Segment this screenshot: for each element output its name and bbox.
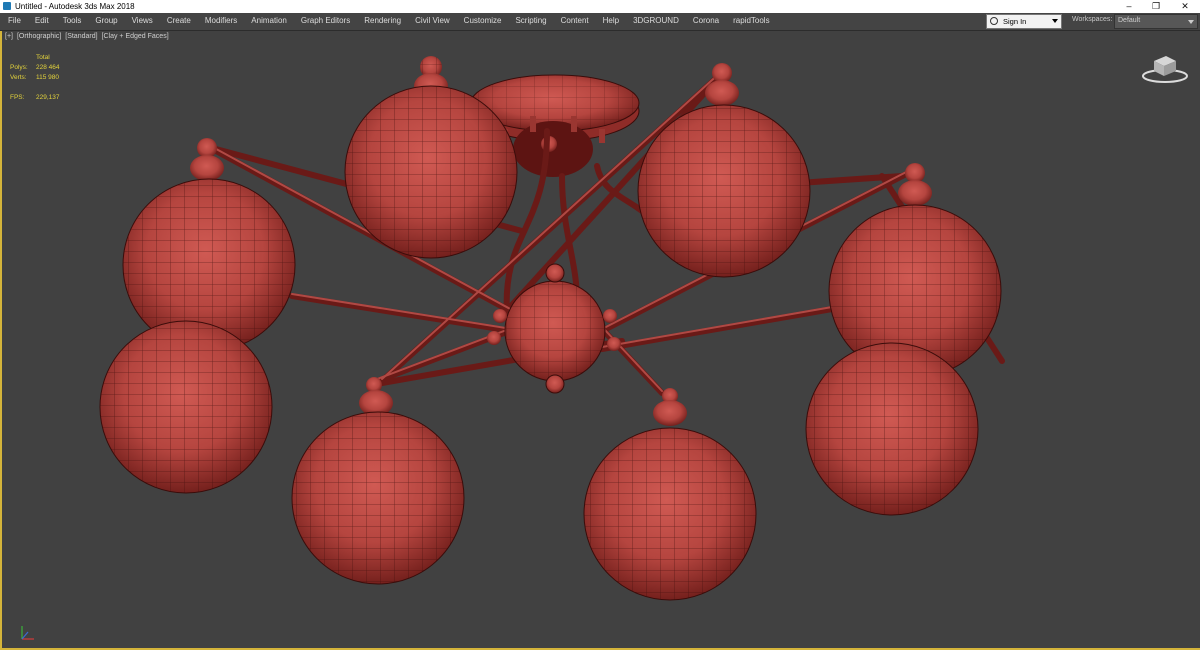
workspaces-value: Default: [1118, 17, 1141, 24]
menu-file[interactable]: File: [0, 13, 28, 30]
menu-corona[interactable]: Corona: [686, 13, 726, 30]
menu-customize[interactable]: Customize: [457, 13, 509, 30]
chandelier-model[interactable]: [2, 31, 1198, 648]
menu-scripting[interactable]: Scripting: [508, 13, 553, 30]
globe-front-right: [583, 388, 757, 601]
workspaces-label: Workspaces:: [1072, 16, 1113, 23]
dropdown-arrow-icon: [1052, 19, 1058, 23]
sign-in-dropdown[interactable]: Sign In: [986, 14, 1062, 29]
viewcube-icon[interactable]: [1140, 51, 1190, 85]
title-bar: Untitled - Autodesk 3ds Max 2018 – ❐ ✕: [0, 0, 1200, 13]
menu-content[interactable]: Content: [554, 13, 596, 30]
axis-tripod-icon: [21, 626, 34, 640]
menu-bar: File Edit Tools Group Views Create Modif…: [0, 13, 1200, 31]
menu-views[interactable]: Views: [125, 13, 160, 30]
menu-help[interactable]: Help: [596, 13, 626, 30]
perspective-viewport[interactable]: [+] [Orthographic] [Standard] [Clay + Ed…: [0, 31, 1200, 650]
menu-rendering[interactable]: Rendering: [357, 13, 408, 30]
menu-create[interactable]: Create: [160, 13, 198, 30]
workspaces-select[interactable]: Default: [1114, 14, 1198, 29]
globe-left-lower: [99, 320, 273, 494]
menu-3dground[interactable]: 3DGROUND: [626, 13, 686, 30]
globe-right-lower: [805, 342, 979, 516]
globe-right-upper: [828, 163, 1002, 378]
menu-graph-editors[interactable]: Graph Editors: [294, 13, 357, 30]
user-icon: [990, 17, 998, 25]
menu-modifiers[interactable]: Modifiers: [198, 13, 244, 30]
dropdown-arrow-icon: [1188, 20, 1194, 24]
globe-left-upper: [122, 138, 296, 352]
maximize-button[interactable]: ❐: [1143, 0, 1169, 13]
window-title: Untitled - Autodesk 3ds Max 2018: [15, 2, 135, 11]
menu-animation[interactable]: Animation: [244, 13, 294, 30]
close-button[interactable]: ✕: [1172, 0, 1198, 13]
globe-back-right: [637, 63, 811, 278]
main-menu: File Edit Tools Group Views Create Modif…: [0, 13, 777, 30]
minimize-button[interactable]: –: [1116, 0, 1142, 13]
menu-group[interactable]: Group: [88, 13, 124, 30]
sign-in-label: Sign In: [1003, 17, 1027, 26]
menu-civil-view[interactable]: Civil View: [408, 13, 457, 30]
menu-tools[interactable]: Tools: [56, 13, 89, 30]
menu-edit[interactable]: Edit: [28, 13, 56, 30]
menu-rapidtools[interactable]: rapidTools: [726, 13, 776, 30]
globe-front-left: [291, 377, 465, 585]
app-icon: [3, 2, 11, 10]
